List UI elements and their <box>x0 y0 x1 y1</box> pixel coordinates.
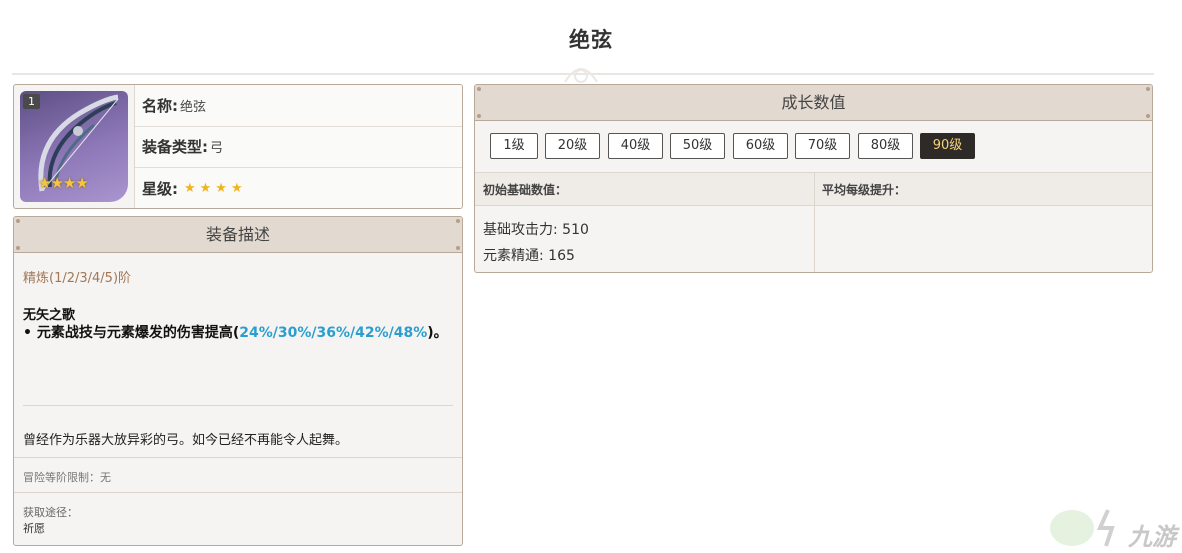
field-type-key: 装备类型: <box>142 138 208 157</box>
level-tab-1[interactable]: 1级 <box>490 133 538 159</box>
obtain-value: 祈愿 <box>23 522 45 535</box>
weapon-fields: 名称: 绝弦 装备类型: 弓 星级: ★★★★ <box>134 85 462 208</box>
passive-suffix: )。 <box>427 325 448 341</box>
field-type-row: 装备类型: 弓 <box>135 127 462 169</box>
refine-label: 精炼(1/2/3/4/5)阶 <box>23 271 132 286</box>
passive-values: 24%/30%/36%/42%/48% <box>239 325 428 341</box>
field-rarity-row: 星级: ★★★★ <box>135 168 462 208</box>
watermark-text: 九游 <box>1128 523 1176 551</box>
page-title: 绝弦 <box>569 28 613 52</box>
ornament-icon <box>564 68 598 83</box>
obtain-label: 获取途径： <box>23 506 78 519</box>
level-tab-60[interactable]: 60级 <box>733 133 788 159</box>
divider <box>23 405 453 406</box>
corner-ornament <box>477 114 481 118</box>
weapon-thumbnail: 1 ★★★★ <box>20 91 128 202</box>
corner-ornament <box>1146 87 1150 91</box>
field-name-value: 绝弦 <box>180 99 207 115</box>
description-header: 装备描述 <box>14 217 462 253</box>
thumbnail-stars: ★★★★ <box>38 174 89 192</box>
stat-elemental-mastery: 元素精通: 165 <box>483 248 575 264</box>
level-tab-80[interactable]: 80级 <box>858 133 913 159</box>
corner-ornament <box>456 219 460 223</box>
level-tab-70[interactable]: 70级 <box>795 133 850 159</box>
level-tab-40[interactable]: 40级 <box>608 133 663 159</box>
growth-header: 成长数值 <box>475 85 1152 121</box>
flavor-text: 曾经作为乐器大放异彩的弓。如今已经不再能令人起舞。 <box>23 433 349 448</box>
growth-header-label: 成长数值 <box>781 93 846 112</box>
level-tab-20[interactable]: 20级 <box>545 133 600 159</box>
level-tab-50[interactable]: 50级 <box>670 133 725 159</box>
description-panel: 装备描述 精炼(1/2/3/4/5)阶 无矢之歌 • 元素战技与元素爆发的伤害提… <box>13 216 463 546</box>
field-rarity-key: 星级: <box>142 180 178 199</box>
stat-base-atk: 基础攻击力: 510 <box>483 222 589 238</box>
divider <box>14 492 462 493</box>
growth-panel: 成长数值 1级 20级 40级 50级 60级 70级 80级 90级 初始基础… <box>474 84 1153 273</box>
level-tab-90[interactable]: 90级 <box>920 133 975 159</box>
weapon-info-card: 1 ★★★★ 名称: 绝弦 装备类型: 弓 星级: ★★★★ <box>13 84 463 209</box>
rank-badge: 1 <box>23 94 40 109</box>
passive-effect: • 元素战技与元素爆发的伤害提高(24%/30%/36%/42%/48%)。 <box>23 323 448 344</box>
rarity-stars-icon: ★★★★ <box>184 181 247 197</box>
passive-prefix: • 元素战技与元素爆发的伤害提高( <box>23 325 240 341</box>
divider <box>814 172 815 272</box>
corner-ornament <box>16 219 20 223</box>
divider <box>14 457 462 458</box>
field-type-value: 弓 <box>210 141 224 157</box>
corner-ornament <box>456 246 460 250</box>
corner-ornament <box>1146 114 1150 118</box>
base-stats-heading: 初始基础数值： <box>483 183 568 197</box>
ar-limit: 冒险等阶限制：无 <box>23 471 111 484</box>
description-header-label: 装备描述 <box>205 225 270 244</box>
corner-ornament <box>477 87 481 91</box>
field-name-key: 名称: <box>142 96 178 115</box>
passive-name: 无矢之歌 <box>23 308 76 323</box>
avg-growth-heading: 平均每级提升： <box>822 183 907 197</box>
field-name-row: 名称: 绝弦 <box>135 85 462 127</box>
corner-ornament <box>16 246 20 250</box>
